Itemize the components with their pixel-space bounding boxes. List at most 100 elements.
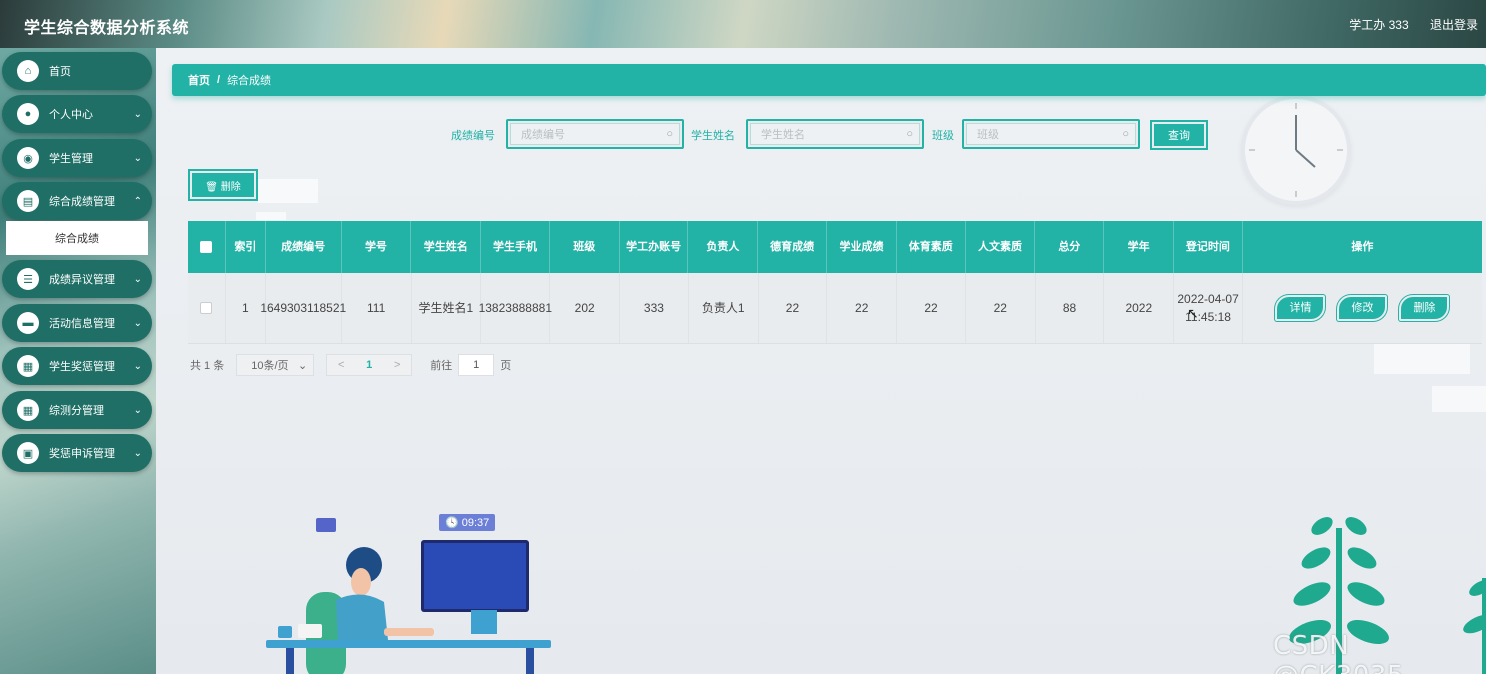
chevron-down-icon: ⌄ xyxy=(133,404,142,416)
row-checkbox[interactable] xyxy=(200,302,213,314)
page-size-select[interactable]: 10条/页 ⌄ xyxy=(236,354,315,376)
sidebar-item-score-management[interactable]: ▤ 综合成绩管理 ⌃ xyxy=(2,182,152,220)
delete-button[interactable]: 删除 xyxy=(1399,295,1450,321)
detail-button[interactable]: 详情 xyxy=(1275,295,1326,321)
decor-rect xyxy=(1374,344,1470,374)
app-title: 学生综合数据分析系统 xyxy=(24,20,190,37)
cell-moral: 22 xyxy=(759,273,828,343)
query-button[interactable]: 查询 xyxy=(1150,120,1208,150)
sidebar-item-student-management[interactable]: ◉ 学生管理 ⌄ xyxy=(2,139,152,177)
cell-name: 学生姓名1 xyxy=(412,273,482,343)
sidebar-item-home[interactable]: ⌂ 首页 xyxy=(2,52,152,90)
goto-suffix: 页 xyxy=(500,360,512,372)
column-header: 成绩编号 xyxy=(266,221,342,273)
chevron-down-icon: ⌄ xyxy=(133,360,142,372)
sidebar-item-label: 首页 xyxy=(49,66,71,78)
goto-prefix: 前往 xyxy=(430,360,453,372)
column-header: 班级 xyxy=(550,221,620,273)
grid-icon: ▦ xyxy=(17,399,39,421)
decor-rect xyxy=(1432,386,1486,412)
batch-delete-button[interactable]: 🗑 删除 xyxy=(188,169,258,201)
column-header: 负责人 xyxy=(688,221,759,273)
chevron-down-icon: ⌄ xyxy=(133,108,142,120)
column-header: 索引 xyxy=(226,221,266,273)
sidebar-item-label: 个人中心 xyxy=(49,109,93,121)
batch-delete-label: 🗑 删除 xyxy=(192,173,254,197)
score-no-label: 成绩编号 xyxy=(451,130,495,142)
decor-rect xyxy=(258,179,318,203)
page-size-value: 10条/页 xyxy=(251,360,289,372)
user-icon: ● xyxy=(17,103,39,125)
goto-page-input[interactable]: 1 xyxy=(458,354,495,376)
sidebar-item-activity-info[interactable]: ▬ 活动信息管理 ⌄ xyxy=(2,304,152,342)
breadcrumb-current: 综合成绩 xyxy=(227,75,272,87)
desk-illustration xyxy=(266,518,551,674)
score-no-placeholder: 成绩编号 xyxy=(521,129,565,141)
cell-year: 2022 xyxy=(1104,273,1175,343)
class-label: 班级 xyxy=(932,130,954,142)
home-icon: ⌂ xyxy=(17,60,39,82)
next-page-button[interactable]: > xyxy=(383,359,411,371)
chevron-up-icon: ⌃ xyxy=(133,195,142,207)
table-header: 索引 成绩编号 学号 学生姓名 学生手机 班级 学工办账号 负责人 德育成绩 学… xyxy=(188,221,1482,273)
column-header: 学业成绩 xyxy=(827,221,897,273)
chevron-down-icon: ⌄ xyxy=(133,317,142,329)
cell-phone: 13823888881 xyxy=(479,273,552,343)
cell-total: 88 xyxy=(1036,273,1105,343)
prev-page-button[interactable]: < xyxy=(327,359,355,371)
sidebar-item-label: 综合成绩管理 xyxy=(49,196,115,208)
current-user: 学工办 333 xyxy=(1349,18,1409,32)
sidebar-item-label: 学生奖惩管理 xyxy=(49,361,115,373)
sidebar-item-assessment-score[interactable]: ▦ 综测分管理 ⌄ xyxy=(2,391,152,429)
cell-sports: 22 xyxy=(897,273,966,343)
class-input[interactable]: 班级 ○ xyxy=(962,119,1140,149)
column-header: 人文素质 xyxy=(966,221,1036,273)
column-header: 总分 xyxy=(1035,221,1105,273)
cell-class: 202 xyxy=(550,273,621,343)
location-icon: ◉ xyxy=(17,147,39,169)
clock-illustration xyxy=(1241,95,1351,205)
cell-owner: 负责人1 xyxy=(689,273,759,343)
sidebar-item-reward-punish[interactable]: ▦ 学生奖惩管理 ⌄ xyxy=(2,347,152,385)
sidebar-item-score-objection[interactable]: ☰ 成绩异议管理 ⌄ xyxy=(2,260,152,298)
column-header: 德育成绩 xyxy=(758,221,828,273)
column-header: 登记时间 xyxy=(1174,221,1243,273)
page-number[interactable]: 1 xyxy=(355,359,383,371)
sidebar-item-appeal[interactable]: ▣ 奖惩申诉管理 ⌄ xyxy=(2,434,152,472)
sidebar-item-label: 奖惩申诉管理 xyxy=(49,448,115,460)
class-placeholder: 班级 xyxy=(977,129,999,141)
search-icon: ○ xyxy=(1122,128,1129,140)
cell-student-no: 111 xyxy=(342,273,412,343)
column-header: 学生姓名 xyxy=(411,221,482,273)
edit-button[interactable]: 修改 xyxy=(1337,295,1388,321)
sidebar-subitem-comprehensive-score[interactable]: 综合成绩 xyxy=(6,221,148,255)
column-header: 学年 xyxy=(1104,221,1174,273)
pagination: 共 1 条 10条/页 ⌄ < 1 > 前往 1 页 xyxy=(190,354,511,376)
student-name-input[interactable]: 学生姓名 ○ xyxy=(746,119,924,149)
chevron-down-icon: ⌄ xyxy=(133,273,142,285)
cell-office-account: 333 xyxy=(620,273,689,343)
student-name-label: 学生姓名 xyxy=(691,130,735,142)
decor-rect xyxy=(256,212,286,220)
breadcrumb: 首页 / 综合成绩 xyxy=(172,64,1486,96)
sidebar-item-personal-center[interactable]: ● 个人中心 ⌄ xyxy=(2,95,152,133)
table-row: 1 1649303118521 111 学生姓名1 13823888881 20… xyxy=(188,273,1482,344)
breadcrumb-home[interactable]: 首页 xyxy=(188,72,210,88)
chevron-down-icon: ⌄ xyxy=(133,152,142,164)
sidebar-item-label: 学生管理 xyxy=(49,153,93,165)
score-no-input[interactable]: 成绩编号 ○ xyxy=(506,119,684,149)
chart-icon: ▤ xyxy=(17,190,39,212)
column-header: 学生手机 xyxy=(481,221,550,273)
mouse-cursor-icon: ↖ xyxy=(1187,305,1199,321)
student-name-placeholder: 学生姓名 xyxy=(761,129,805,141)
breadcrumb-separator: / xyxy=(217,74,221,86)
select-all-checkbox[interactable] xyxy=(200,241,213,253)
top-right-area: 学工办 333 退出登录 xyxy=(1331,16,1478,33)
row-select-cell xyxy=(188,273,226,343)
cell-humanity: 22 xyxy=(966,273,1036,343)
cell-score-no: 1649303118521 xyxy=(260,273,346,343)
top-bar: 学生综合数据分析系统 学工办 333 退出登录 xyxy=(0,0,1486,48)
sidebar-item-label: 综测分管理 xyxy=(49,405,104,417)
column-header: 操作 xyxy=(1351,240,1374,253)
logout-link[interactable]: 退出登录 xyxy=(1430,18,1478,32)
